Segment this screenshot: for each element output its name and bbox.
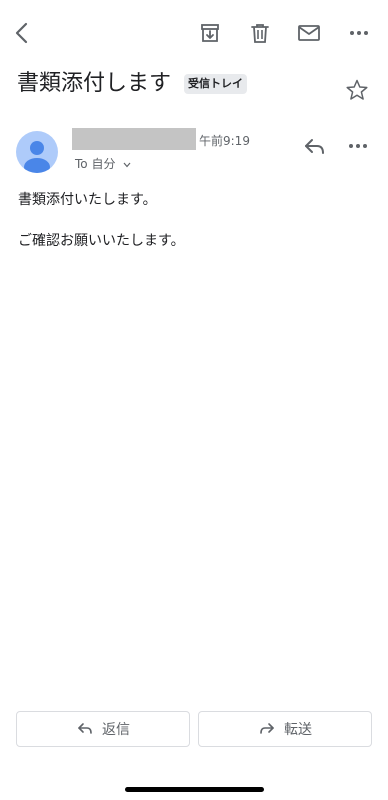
trash-icon (251, 24, 269, 43)
archive-button[interactable] (197, 20, 223, 46)
body-line: 書類添付いたします。 (18, 192, 157, 208)
mark-unread-button[interactable] (296, 20, 322, 46)
chevron-left-icon (15, 22, 28, 44)
sender-header: 午前9:19 To 自分 (16, 126, 372, 180)
recipient-name: 自分 (91, 157, 116, 171)
sender-name-redacted (72, 128, 196, 150)
avatar[interactable] (16, 131, 58, 173)
more-horiz-icon (349, 144, 367, 148)
subject-row: 書類添付します 受信トレイ (17, 70, 371, 100)
inbox-label-chip[interactable]: 受信トレイ (184, 74, 247, 94)
reply-button[interactable] (302, 134, 328, 160)
forward-label: 転送 (284, 722, 312, 738)
forward-icon (260, 723, 274, 734)
reply-icon (78, 723, 92, 734)
reply-label: 返信 (102, 722, 130, 738)
top-toolbar (0, 0, 388, 66)
star-icon (346, 79, 368, 100)
home-indicator (125, 787, 264, 792)
more-options-button[interactable] (346, 20, 372, 46)
reply-icon (305, 139, 324, 154)
message-more-button[interactable] (346, 134, 372, 160)
archive-icon (201, 24, 219, 42)
star-button[interactable] (345, 78, 371, 104)
delete-button[interactable] (247, 20, 273, 46)
body-line: ご確認お願いいたします。 (18, 233, 185, 249)
more-horiz-icon (350, 31, 368, 35)
recipient-details[interactable]: To 自分 (75, 155, 131, 172)
sent-time: 午前9:19 (199, 134, 250, 148)
email-subject: 書類添付します (17, 71, 172, 96)
back-button[interactable] (10, 20, 36, 46)
mail-icon (298, 25, 320, 41)
person-icon (24, 141, 50, 173)
email-body: 書類添付いたします。 ご確認お願いいたします。 (18, 190, 368, 251)
to-prefix: To (75, 157, 88, 171)
reply-action-button[interactable]: 返信 (16, 711, 190, 747)
chevron-down-icon (123, 162, 131, 167)
forward-action-button[interactable]: 転送 (198, 711, 372, 747)
